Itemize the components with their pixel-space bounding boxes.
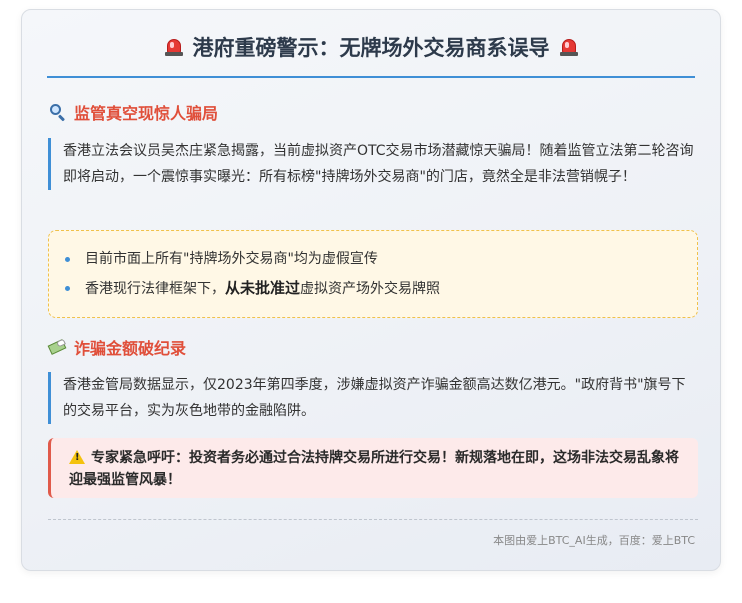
siren-icon — [163, 36, 185, 58]
footer-credit: 本图由爱上BTC_AI生成，百度：爱上BTC — [493, 534, 695, 547]
page-title: 港府重磅警示：无牌场外交易商系误导 — [192, 36, 550, 60]
emphasis-text: 从未批准过 — [225, 279, 301, 297]
expert-alert: ! 专家紧急呼吁：投资者务必通过合法持牌交易所进行交易！新规落地在即，这场非法交易… — [48, 438, 698, 498]
warning-item: 目前市面上所有"持牌场外交易商"均为虚假宣传 — [65, 245, 677, 274]
section1-heading: 监管真空现惊人骗局 — [48, 100, 218, 124]
section1-paragraph: 香港立法会议员吴杰庄紧急揭露，当前虚拟资产OTC交易市场潜藏惊天骗局！随着监管立… — [48, 138, 698, 190]
siren-icon — [558, 36, 580, 58]
money-with-wings-icon — [47, 338, 67, 356]
section1-title: 监管真空现惊人骗局 — [74, 104, 219, 123]
warning-item: 香港现行法律框架下，从未批准过虚拟资产场外交易牌照 — [65, 274, 677, 304]
section2-heading: 诈骗金额破纪录 — [47, 335, 187, 359]
magnifier-icon — [48, 103, 66, 122]
page-title-row: 港府重磅警示：无牌场外交易商系误导 — [163, 32, 580, 62]
header: 港府重磅警示：无牌场外交易商系误导 — [47, 32, 695, 78]
warning-box: 目前市面上所有"持牌场外交易商"均为虚假宣传 香港现行法律框架下，从未批准过虚拟… — [48, 230, 698, 318]
section2-title: 诈骗金额破纪录 — [74, 339, 187, 358]
article-card: 港府重磅警示：无牌场外交易商系误导 监管真空现惊人骗局 香港立法会议员吴杰庄紧急… — [21, 9, 721, 571]
divider — [48, 519, 698, 520]
section2-paragraph: 香港金管局数据显示，仅2023年第四季度，涉嫌虚拟资产诈骗金额高达数亿港元。"政… — [48, 372, 698, 424]
alert-text: 专家紧急呼吁：投资者务必通过合法持牌交易所进行交易！新规落地在即，这场非法交易乱… — [69, 450, 679, 488]
warning-icon: ! — [69, 450, 85, 464]
